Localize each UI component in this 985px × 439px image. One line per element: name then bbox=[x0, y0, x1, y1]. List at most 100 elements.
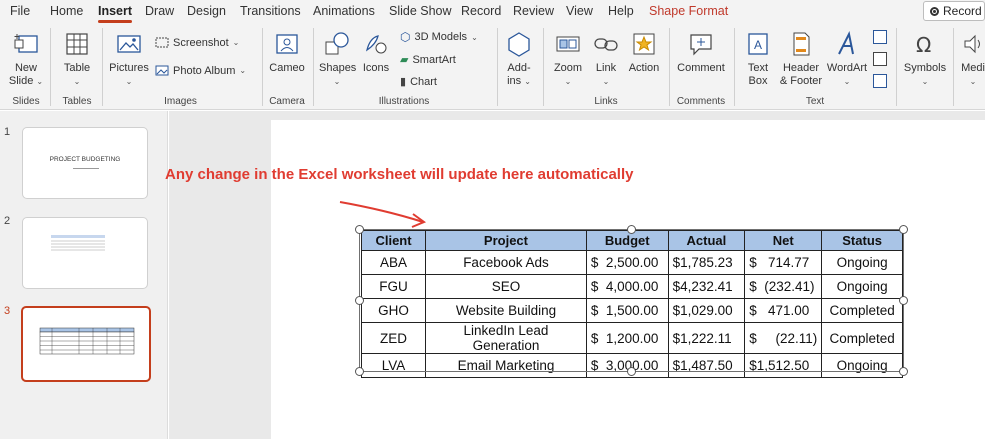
table-cell: $1,487.50 bbox=[667, 353, 746, 378]
table-cell: $1,785.23 bbox=[667, 250, 746, 275]
header-cell: Project bbox=[425, 230, 587, 251]
symbols-button[interactable]: Ω Symbols ⌄ bbox=[902, 30, 948, 88]
3d-models-button[interactable]: ⬡ 3D Models ⌄ bbox=[400, 30, 478, 44]
tab-insert[interactable]: Insert bbox=[98, 4, 133, 23]
media-button[interactable]: Medi ⌄ bbox=[958, 30, 985, 88]
record-button[interactable]: Record bbox=[923, 1, 985, 21]
tab-design[interactable]: Design bbox=[187, 4, 226, 18]
group-label-tables: Tables bbox=[62, 96, 92, 107]
tab-home[interactable]: Home bbox=[50, 4, 83, 18]
smartart-icon: ▰ bbox=[400, 54, 409, 66]
add-ins-label-1: Add- bbox=[507, 62, 531, 74]
header-footer-button[interactable]: Header & Footer bbox=[778, 30, 824, 88]
group-separator bbox=[102, 28, 103, 106]
add-ins-label-2: ins bbox=[507, 75, 522, 87]
group-separator bbox=[953, 28, 954, 106]
resize-handle[interactable] bbox=[355, 296, 364, 305]
table-cell: GHO bbox=[360, 298, 427, 323]
wordart-label: WordArt bbox=[826, 62, 868, 74]
svg-text:A: A bbox=[754, 38, 762, 52]
tab-animations[interactable]: Animations bbox=[313, 4, 375, 18]
group-label-illustrations: Illustrations bbox=[378, 96, 430, 107]
action-button[interactable]: Action bbox=[626, 30, 662, 75]
group-label-text: Text bbox=[805, 96, 825, 107]
shapes-button[interactable]: Shapes ⌄ bbox=[319, 30, 356, 88]
table-cell: Completed bbox=[821, 298, 903, 323]
cube-icon: ⬡ bbox=[400, 30, 411, 44]
resize-handle[interactable] bbox=[899, 225, 908, 234]
group-separator bbox=[313, 28, 314, 106]
screenshot-button[interactable]: Screenshot ⌄ bbox=[155, 36, 239, 49]
table-cell: Facebook Ads bbox=[425, 250, 587, 275]
table-cell: $1,512.50 bbox=[744, 353, 823, 378]
comment-button[interactable]: Comment bbox=[676, 30, 726, 75]
table-cell: $4,232.41 bbox=[667, 274, 746, 299]
screenshot-label: Screenshot bbox=[173, 36, 229, 49]
slide-thumbnail-3[interactable] bbox=[21, 306, 151, 382]
pictures-icon bbox=[117, 35, 141, 53]
photo-album-icon bbox=[155, 65, 169, 76]
header-cell: Status bbox=[821, 230, 903, 251]
record-icon bbox=[930, 6, 939, 16]
table-cell: $ 4,000.00 bbox=[585, 274, 669, 299]
table-cell: $ (232.41) bbox=[744, 274, 823, 299]
zoom-button[interactable]: Zoom ⌄ bbox=[550, 30, 586, 88]
tab-slide-show[interactable]: Slide Show bbox=[389, 4, 452, 18]
new-slide-button[interactable]: New Slide ⌄ bbox=[8, 30, 44, 88]
cameo-label: Cameo bbox=[269, 62, 305, 74]
resize-handle[interactable] bbox=[355, 225, 364, 234]
link-icon bbox=[594, 38, 618, 51]
cameo-icon bbox=[276, 34, 298, 54]
thumbnail-table-preview bbox=[51, 235, 105, 251]
group-separator bbox=[669, 28, 670, 106]
date-time-icon[interactable] bbox=[873, 30, 887, 44]
table-row: ZED LinkedIn Lead Generation $ 1,200.00 … bbox=[360, 322, 903, 354]
tab-transitions[interactable]: Transitions bbox=[240, 4, 301, 18]
icons-button[interactable]: Icons bbox=[360, 30, 392, 75]
object-icon[interactable] bbox=[873, 74, 887, 88]
tab-review[interactable]: Review bbox=[513, 4, 554, 18]
photo-album-button[interactable]: Photo Album ⌄ bbox=[155, 64, 246, 77]
icons-label: Icons bbox=[362, 62, 390, 74]
table-cell: $ 1,500.00 bbox=[585, 298, 669, 323]
wordart-button[interactable]: WordArt ⌄ bbox=[826, 30, 868, 88]
add-ins-button[interactable]: Add- ins ⌄ bbox=[503, 30, 535, 88]
tab-file[interactable]: File bbox=[10, 4, 30, 18]
table-cell: ABA bbox=[360, 250, 427, 275]
table-button[interactable]: Table ⌄ bbox=[58, 30, 96, 88]
symbols-label: Symbols bbox=[903, 62, 947, 74]
embedded-excel-table[interactable]: Client Project Budget Actual Net Status … bbox=[360, 230, 903, 378]
thumbnail-subtitle-line bbox=[73, 168, 99, 169]
tab-shape-format[interactable]: Shape Format bbox=[649, 4, 728, 18]
resize-handle[interactable] bbox=[899, 296, 908, 305]
group-label-images: Images bbox=[164, 96, 197, 107]
resize-handle[interactable] bbox=[355, 367, 364, 376]
annotation-text: Any change in the Excel worksheet will u… bbox=[165, 166, 634, 183]
slide-number-icon[interactable] bbox=[873, 52, 887, 66]
group-label-camera: Camera bbox=[269, 96, 305, 107]
tab-record[interactable]: Record bbox=[461, 4, 501, 18]
text-box-button[interactable]: A Text Box bbox=[740, 30, 776, 88]
pictures-button[interactable]: Pictures ⌄ bbox=[108, 30, 150, 88]
cameo-button[interactable]: Cameo bbox=[268, 30, 306, 75]
group-separator bbox=[50, 28, 51, 106]
link-button[interactable]: Link ⌄ bbox=[590, 30, 622, 88]
chart-icon: ▮ bbox=[400, 76, 407, 88]
tab-draw[interactable]: Draw bbox=[145, 4, 174, 18]
shapes-icon bbox=[325, 32, 349, 55]
tab-help[interactable]: Help bbox=[608, 4, 634, 18]
thumbnail-title: PROJECT BUDGETING bbox=[49, 156, 121, 163]
resize-handle[interactable] bbox=[899, 367, 908, 376]
smartart-button[interactable]: ▰ SmartArt bbox=[400, 53, 456, 67]
tab-view[interactable]: View bbox=[566, 4, 593, 18]
table-cell: $1,222.11 bbox=[667, 322, 746, 354]
text-box-icon: A bbox=[748, 33, 768, 55]
table-cell: Completed bbox=[821, 322, 903, 354]
chart-button[interactable]: ▮ Chart bbox=[400, 75, 437, 89]
resize-handle[interactable] bbox=[627, 367, 636, 376]
slide-thumbnail-2[interactable] bbox=[22, 217, 148, 289]
slide-thumbnail-1[interactable]: PROJECT BUDGETING bbox=[22, 127, 148, 199]
resize-handle[interactable] bbox=[627, 225, 636, 234]
table-cell: LinkedIn Lead Generation bbox=[425, 322, 587, 354]
group-separator bbox=[896, 28, 897, 106]
